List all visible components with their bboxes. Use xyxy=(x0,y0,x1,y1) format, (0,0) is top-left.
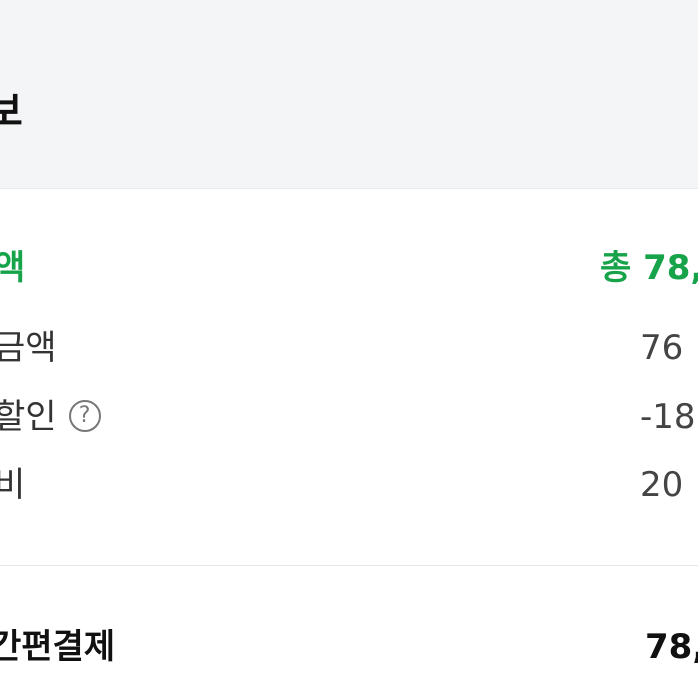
product-amount-row: 금액 76 xyxy=(0,323,698,373)
divider xyxy=(0,565,698,566)
discount-value: -18 xyxy=(640,397,696,437)
product-amount-value: 76 xyxy=(640,328,684,368)
discount-row: 할인? -18 xyxy=(0,392,698,442)
payment-method-label: 간편결제 xyxy=(0,627,116,667)
total-amount-value: 총 78, xyxy=(600,248,698,288)
discount-label-wrap: 할인? xyxy=(0,392,101,442)
discount-label: 할인 xyxy=(0,397,57,437)
help-icon[interactable]: ? xyxy=(68,399,101,432)
payment-amount-value: 78, xyxy=(645,627,698,667)
total-amount-label: 액 xyxy=(0,248,26,288)
shipping-fee-row: 비 20 xyxy=(0,460,698,510)
product-amount-label: 금액 xyxy=(0,328,57,368)
shipping-fee-label: 비 xyxy=(0,465,26,505)
total-amount-row: 액 총 78, xyxy=(0,243,698,293)
section-header: 보 xyxy=(0,0,698,189)
section-title: 보 xyxy=(0,89,23,135)
shipping-fee-value: 20 xyxy=(640,465,684,505)
payment-method-row: 간편결제 78, xyxy=(0,622,698,672)
